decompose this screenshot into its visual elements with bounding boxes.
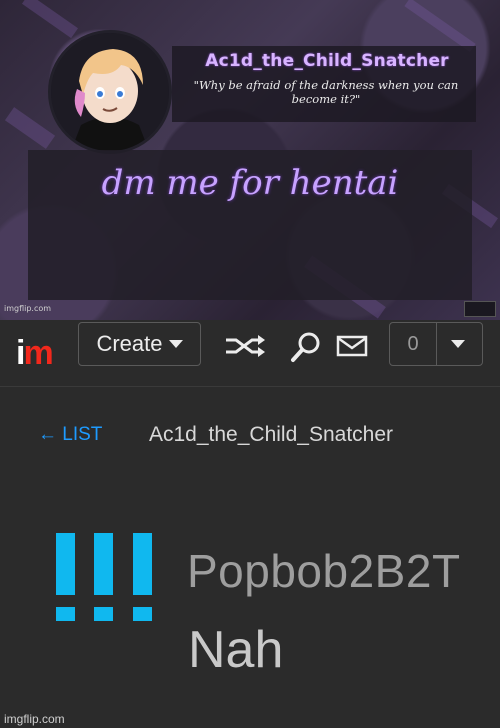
page-username[interactable]: Ac1d_the_Child_Snatcher [149,423,393,447]
background-shard [404,0,476,53]
exclamation-dot [56,607,75,621]
search-icon[interactable] [290,331,322,363]
meme-quote: "Why be afraid of the darkness when you … [193,78,459,106]
exclamation-bar [56,533,75,595]
corner-badge [464,301,496,317]
avatar [48,30,172,154]
shuffle-icon[interactable] [224,334,266,358]
exclamation-bar [94,533,113,595]
imgflip-logo[interactable]: im [16,334,54,372]
exclamation-dot [94,607,113,621]
create-button-label: Create [96,331,163,356]
caret-down-icon [168,340,183,348]
comment-username[interactable]: Popbob2B2T [187,544,461,598]
comment-text: Nah [188,621,284,679]
avatar-illustration [51,33,169,151]
meme-message: dm me for hentai [101,163,399,203]
mail-icon[interactable] [336,335,368,357]
chevron-down-icon[interactable] [451,340,465,348]
logo-letter-m: m [23,334,53,372]
back-to-list-link[interactable]: ← LIST [38,424,102,446]
exclamation-bar [133,533,152,595]
create-button[interactable]: Create [78,322,201,366]
imgflip-watermark: imgflip.com [4,712,65,726]
notification-count: 0 [390,323,437,365]
exclamation-dot [133,607,152,621]
meme-username: Ac1d_the_Child_Snatcher [205,51,449,71]
background-shard [4,107,56,149]
meme-watermark: imgflip.com [4,304,52,313]
background-shard [21,0,79,39]
notifications-dropdown[interactable]: 0 [389,322,483,366]
